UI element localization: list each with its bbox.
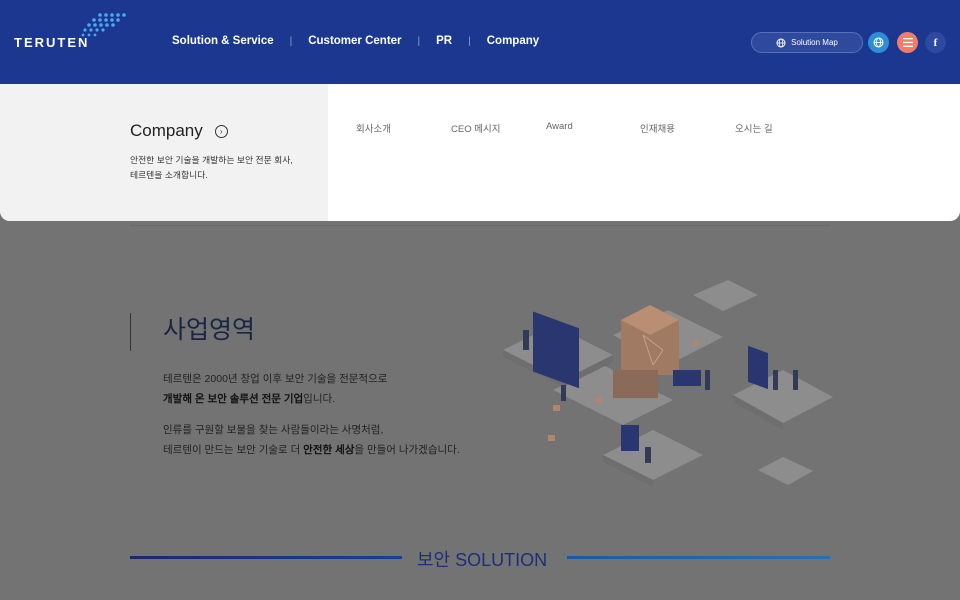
logo-text: TERUTEN: [14, 35, 90, 50]
solution-map-button[interactable]: Solution Map: [751, 32, 863, 53]
chevron-right-icon[interactable]: ›: [214, 124, 228, 138]
heading-line-left: [130, 556, 402, 559]
dropdown-intro: Company › 안전한 보안 기술을 개발하는 보안 전문 회사, 테르텐을…: [0, 84, 328, 221]
link-ceo-message[interactable]: CEO 메시지: [451, 121, 500, 135]
security-solution-title: 보안 SOLUTION: [417, 550, 548, 570]
business-area-title: 사업영역: [163, 316, 256, 344]
isometric-security-illustration: [503, 280, 833, 487]
mission-line: 테르텐이 만드는 보안 기술로 더 안전한 세상을 만들어 나가겠습니다.: [163, 440, 460, 460]
mission-bold: 안전한 세상: [303, 444, 355, 456]
dropdown-description: 안전한 보안 기술을 개발하는 보안 전문 회사, 테르텐을 소개합니다.: [130, 153, 320, 183]
dropdown-title[interactable]: Company ›: [130, 121, 228, 141]
title-accent-bar: [130, 313, 131, 351]
dropdown-title-text: Company: [130, 121, 203, 140]
link-award[interactable]: Award: [546, 121, 573, 132]
nav-separator: |: [468, 35, 471, 47]
heading-line-right: [567, 556, 830, 559]
mission-text: 을 만들어 나가겠습니다.: [354, 444, 460, 456]
description-line: 안전한 보안 기술을 개발하는 보안 전문 회사,: [130, 155, 293, 165]
section-divider: [130, 225, 830, 226]
nav-customer-center[interactable]: Customer Center: [308, 35, 401, 47]
nav-pr[interactable]: PR: [436, 35, 452, 47]
mission-line: 인류를 구원할 보물을 찾는 사람들이라는 사명처럼,: [163, 424, 384, 436]
nav-separator: |: [289, 35, 293, 47]
hamburger-icon: [902, 38, 913, 47]
link-company-intro[interactable]: 회사소개: [356, 121, 391, 135]
globe-icon: [776, 38, 786, 47]
solution-map-label: Solution Map: [791, 38, 838, 47]
site-header: TERUTEN Solution & Service | Customer Ce…: [0, 0, 960, 84]
intro-line: 개발해 온 보안 솔루션 전문 기업입니다.: [163, 389, 335, 409]
link-recruit[interactable]: 인재채용: [640, 121, 675, 135]
intro-text: 입니다.: [303, 393, 336, 405]
intro-line: 테르텐은 2000년 창업 이후 보안 기술을 전문적으로: [163, 373, 388, 385]
globe-icon: [873, 37, 884, 48]
company-dropdown-panel: Company › 안전한 보안 기술을 개발하는 보안 전문 회사, 테르텐을…: [0, 84, 960, 221]
language-button[interactable]: [868, 32, 889, 53]
main-nav: Solution & Service | Customer Center | P…: [172, 35, 539, 47]
nav-company[interactable]: Company: [487, 35, 539, 47]
facebook-icon: f: [933, 36, 938, 49]
description-line: 테르텐을 소개합니다.: [130, 170, 208, 180]
menu-button[interactable]: [897, 32, 918, 53]
mission-text: 테르텐이 만드는 보안 기술로 더: [163, 444, 304, 456]
nav-separator: |: [417, 35, 421, 47]
link-directions[interactable]: 오시는 길: [735, 121, 773, 135]
nav-solution-service[interactable]: Solution & Service: [172, 35, 274, 47]
facebook-button[interactable]: f: [925, 32, 946, 53]
security-solution-heading: 보안 SOLUTION: [130, 545, 830, 571]
intro-bold: 개발해 온 보안 솔루션 전문 기업: [163, 393, 304, 405]
teruten-logo[interactable]: TERUTEN: [14, 12, 132, 52]
